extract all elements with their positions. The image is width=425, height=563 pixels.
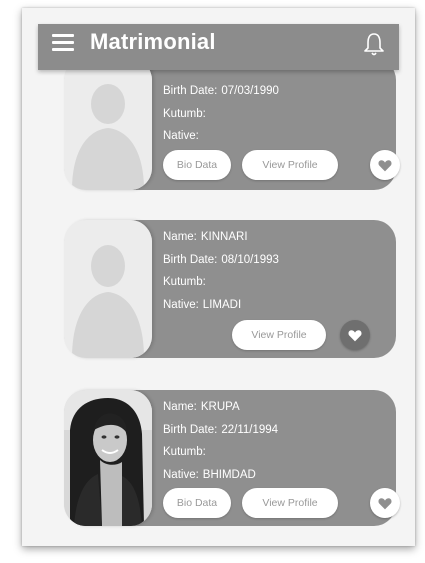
profile-details: Name: KRUPA Birth Date: 22/11/1994 Kutumb:… [163, 396, 278, 486]
profile-photo [64, 390, 152, 526]
view-profile-button[interactable]: View Profile [242, 488, 338, 518]
bio-data-button[interactable]: Bio Data [163, 150, 231, 180]
person-silhouette-icon [64, 58, 152, 190]
view-profile-button[interactable]: View Profile [232, 320, 326, 350]
profile-photo-image [64, 390, 152, 526]
birth-date-row: Birth Date: 22/11/1994 [163, 423, 279, 436]
bio-data-button[interactable]: Bio Data [163, 488, 231, 518]
app-bar: Matrimonial [38, 24, 399, 70]
profile-card[interactable]: Name: KINNARI Birth Date: 08/10/1993 Kutum… [64, 220, 396, 358]
favorite-button[interactable] [340, 320, 370, 350]
birth-date-value: 08/10/1993 [221, 253, 279, 266]
name-value: KRUPA [200, 401, 240, 413]
birth-date-value: 07/03/1990 [221, 85, 279, 97]
profile-details: Name: KINNARI Birth Date: 08/10/1993 Kutum… [163, 226, 279, 316]
avatar-placeholder [64, 220, 152, 358]
favorite-button[interactable] [370, 488, 400, 518]
birth-date-row: Birth Date: 08/10/1993 [163, 253, 279, 266]
kutumb-row: Kutumb: [163, 107, 206, 120]
native-value: LIMADI [202, 298, 242, 311]
favorite-button[interactable] [370, 150, 400, 180]
name-row: Name: KINNARI [163, 231, 248, 243]
bell-icon[interactable] [363, 31, 385, 57]
name-value: KINNARI [200, 231, 248, 243]
kutumb-row: Kutumb: [163, 276, 206, 288]
avatar-placeholder [64, 58, 152, 190]
profile-details: Birth Date: 07/03/1990 Kutumb: Native: [163, 80, 279, 148]
person-silhouette-icon [64, 220, 152, 358]
profile-card[interactable]: Birth Date: 07/03/1990 Kutumb: Native: Bi… [64, 58, 400, 190]
profile-card[interactable]: Name: KRUPA Birth Date: 22/11/1994 Kutumb:… [64, 390, 400, 526]
app-title: Matrimonial [90, 29, 216, 54]
native-row: Native: LIMADI [163, 298, 242, 311]
native-row: Native: BHIMDAD [163, 468, 256, 481]
birth-date-row: Birth Date: 07/03/1990 [163, 85, 279, 97]
kutumb-row: Kutumb: [163, 446, 206, 458]
native-value: BHIMDAD [202, 468, 256, 481]
hamburger-menu-icon[interactable] [52, 34, 74, 52]
heart-icon [378, 497, 392, 509]
native-row: Native: [163, 130, 199, 142]
view-profile-button[interactable]: View Profile [242, 150, 338, 180]
birth-date-value: 22/11/1994 [221, 423, 279, 436]
phone-screen: Matrimonial Birth Date: 07/03/1990 Kutumb… [22, 8, 415, 546]
heart-icon [378, 159, 392, 171]
name-row: Name: KRUPA [163, 401, 240, 413]
heart-icon [348, 329, 362, 341]
